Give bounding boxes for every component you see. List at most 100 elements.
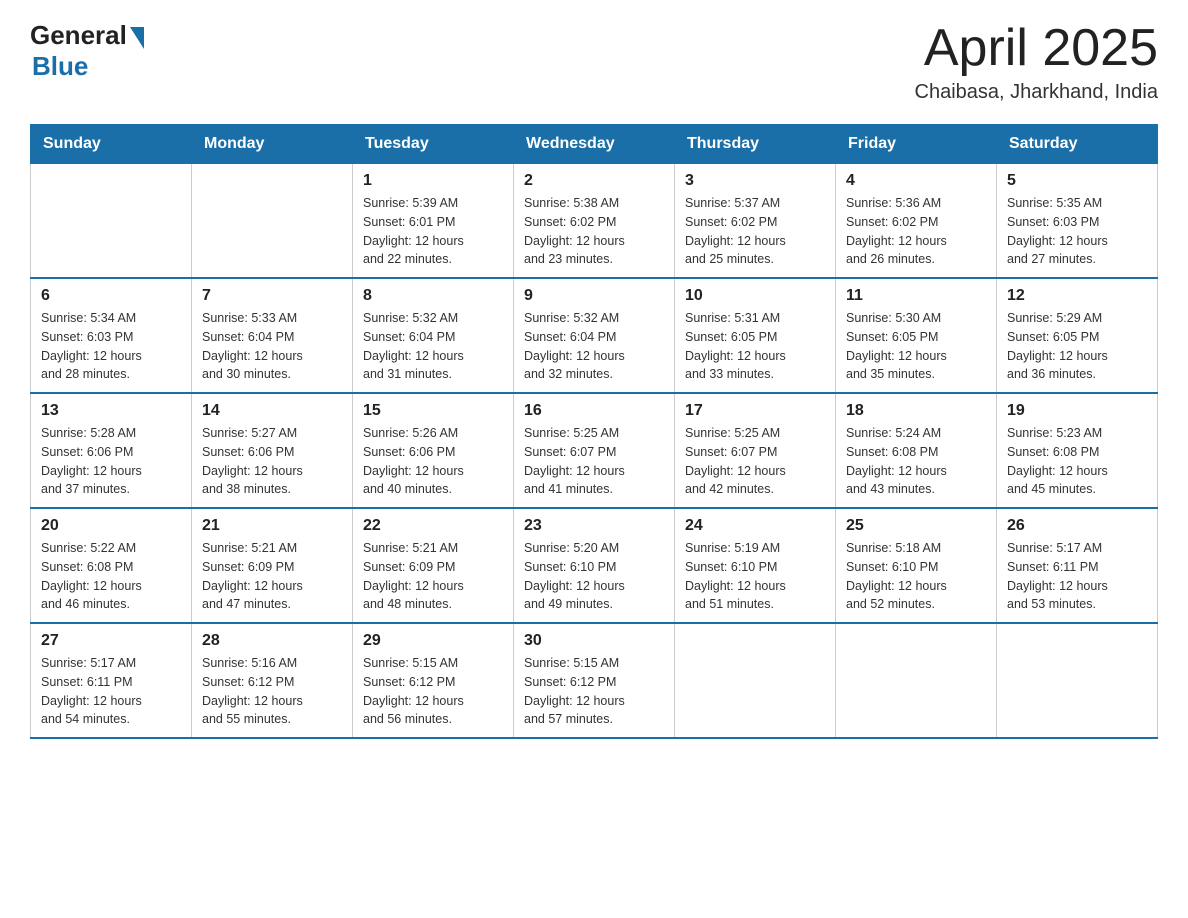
logo: General Blue bbox=[30, 20, 144, 82]
day-number: 16 bbox=[524, 402, 664, 420]
day-info: Sunrise: 5:22 AM Sunset: 6:08 PM Dayligh… bbox=[41, 539, 181, 614]
day-number: 28 bbox=[202, 632, 342, 650]
day-info: Sunrise: 5:29 AM Sunset: 6:05 PM Dayligh… bbox=[1007, 309, 1147, 384]
calendar-cell bbox=[31, 164, 192, 279]
calendar-cell: 16 Sunrise: 5:25 AM Sunset: 6:07 PM Dayli… bbox=[514, 393, 675, 508]
weekday-header-thursday: Thursday bbox=[675, 125, 836, 164]
day-number: 17 bbox=[685, 402, 825, 420]
calendar-cell: 12 Sunrise: 5:29 AM Sunset: 6:05 PM Dayli… bbox=[997, 278, 1158, 393]
calendar-cell: 11 Sunrise: 5:30 AM Sunset: 6:05 PM Dayli… bbox=[836, 278, 997, 393]
day-info: Sunrise: 5:20 AM Sunset: 6:10 PM Dayligh… bbox=[524, 539, 664, 614]
day-number: 1 bbox=[363, 172, 503, 190]
day-number: 19 bbox=[1007, 402, 1147, 420]
calendar-cell: 2 Sunrise: 5:38 AM Sunset: 6:02 PM Daylig… bbox=[514, 164, 675, 279]
title-block: April 2025 Chaibasa, Jharkhand, India bbox=[915, 20, 1159, 104]
day-number: 2 bbox=[524, 172, 664, 190]
location-subtitle: Chaibasa, Jharkhand, India bbox=[915, 81, 1159, 104]
day-info: Sunrise: 5:34 AM Sunset: 6:03 PM Dayligh… bbox=[41, 309, 181, 384]
calendar-cell: 14 Sunrise: 5:27 AM Sunset: 6:06 PM Dayli… bbox=[192, 393, 353, 508]
calendar-cell: 29 Sunrise: 5:15 AM Sunset: 6:12 PM Dayli… bbox=[353, 623, 514, 738]
day-number: 20 bbox=[41, 517, 181, 535]
calendar-week-row: 6 Sunrise: 5:34 AM Sunset: 6:03 PM Daylig… bbox=[31, 278, 1158, 393]
weekday-header-monday: Monday bbox=[192, 125, 353, 164]
day-info: Sunrise: 5:15 AM Sunset: 6:12 PM Dayligh… bbox=[363, 654, 503, 729]
logo-general-text: General bbox=[30, 20, 127, 51]
day-info: Sunrise: 5:21 AM Sunset: 6:09 PM Dayligh… bbox=[202, 539, 342, 614]
calendar-cell: 10Sunrise: 5:31 AM Sunset: 6:05 PM Dayli… bbox=[675, 278, 836, 393]
day-number: 15 bbox=[363, 402, 503, 420]
day-info: Sunrise: 5:27 AM Sunset: 6:06 PM Dayligh… bbox=[202, 424, 342, 499]
day-number: 29 bbox=[363, 632, 503, 650]
calendar-cell: 9Sunrise: 5:32 AM Sunset: 6:04 PM Daylig… bbox=[514, 278, 675, 393]
calendar-cell: 8 Sunrise: 5:32 AM Sunset: 6:04 PM Daylig… bbox=[353, 278, 514, 393]
day-number: 14 bbox=[202, 402, 342, 420]
calendar-cell: 5 Sunrise: 5:35 AM Sunset: 6:03 PM Daylig… bbox=[997, 164, 1158, 279]
calendar-cell: 3Sunrise: 5:37 AM Sunset: 6:02 PM Daylig… bbox=[675, 164, 836, 279]
calendar-cell: 23 Sunrise: 5:20 AM Sunset: 6:10 PM Dayli… bbox=[514, 508, 675, 623]
day-number: 9 bbox=[524, 287, 664, 305]
calendar-cell: 30 Sunrise: 5:15 AM Sunset: 6:12 PM Dayli… bbox=[514, 623, 675, 738]
day-info: Sunrise: 5:23 AM Sunset: 6:08 PM Dayligh… bbox=[1007, 424, 1147, 499]
calendar-cell: 19 Sunrise: 5:23 AM Sunset: 6:08 PM Dayli… bbox=[997, 393, 1158, 508]
day-info: Sunrise: 5:32 AM Sunset: 6:04 PM Dayligh… bbox=[363, 309, 503, 384]
day-number: 3 bbox=[685, 172, 825, 190]
day-number: 6 bbox=[41, 287, 181, 305]
calendar-cell bbox=[192, 164, 353, 279]
day-info: Sunrise: 5:17 AM Sunset: 6:11 PM Dayligh… bbox=[1007, 539, 1147, 614]
calendar-table: SundayMondayTuesdayWednesdayThursdayFrid… bbox=[30, 124, 1158, 739]
day-info: Sunrise: 5:16 AM Sunset: 6:12 PM Dayligh… bbox=[202, 654, 342, 729]
day-number: 26 bbox=[1007, 517, 1147, 535]
calendar-cell: 6 Sunrise: 5:34 AM Sunset: 6:03 PM Daylig… bbox=[31, 278, 192, 393]
calendar-week-row: 13Sunrise: 5:28 AM Sunset: 6:06 PM Dayli… bbox=[31, 393, 1158, 508]
calendar-cell: 7Sunrise: 5:33 AM Sunset: 6:04 PM Daylig… bbox=[192, 278, 353, 393]
day-number: 22 bbox=[363, 517, 503, 535]
calendar-cell bbox=[997, 623, 1158, 738]
day-number: 23 bbox=[524, 517, 664, 535]
calendar-week-row: 27Sunrise: 5:17 AM Sunset: 6:11 PM Dayli… bbox=[31, 623, 1158, 738]
day-number: 21 bbox=[202, 517, 342, 535]
weekday-header-tuesday: Tuesday bbox=[353, 125, 514, 164]
calendar-cell: 15 Sunrise: 5:26 AM Sunset: 6:06 PM Dayli… bbox=[353, 393, 514, 508]
calendar-cell: 28 Sunrise: 5:16 AM Sunset: 6:12 PM Dayli… bbox=[192, 623, 353, 738]
day-number: 12 bbox=[1007, 287, 1147, 305]
page-header: General Blue April 2025 Chaibasa, Jharkh… bbox=[30, 20, 1158, 104]
day-info: Sunrise: 5:30 AM Sunset: 6:05 PM Dayligh… bbox=[846, 309, 986, 384]
weekday-header-saturday: Saturday bbox=[997, 125, 1158, 164]
calendar-cell: 27Sunrise: 5:17 AM Sunset: 6:11 PM Dayli… bbox=[31, 623, 192, 738]
day-info: Sunrise: 5:24 AM Sunset: 6:08 PM Dayligh… bbox=[846, 424, 986, 499]
calendar-week-row: 20 Sunrise: 5:22 AM Sunset: 6:08 PM Dayli… bbox=[31, 508, 1158, 623]
day-info: Sunrise: 5:15 AM Sunset: 6:12 PM Dayligh… bbox=[524, 654, 664, 729]
day-info: Sunrise: 5:38 AM Sunset: 6:02 PM Dayligh… bbox=[524, 194, 664, 269]
day-info: Sunrise: 5:17 AM Sunset: 6:11 PM Dayligh… bbox=[41, 654, 181, 729]
calendar-cell: 1 Sunrise: 5:39 AM Sunset: 6:01 PM Daylig… bbox=[353, 164, 514, 279]
calendar-header-row: SundayMondayTuesdayWednesdayThursdayFrid… bbox=[31, 125, 1158, 164]
calendar-cell: 20 Sunrise: 5:22 AM Sunset: 6:08 PM Dayli… bbox=[31, 508, 192, 623]
day-number: 8 bbox=[363, 287, 503, 305]
day-number: 25 bbox=[846, 517, 986, 535]
day-info: Sunrise: 5:36 AM Sunset: 6:02 PM Dayligh… bbox=[846, 194, 986, 269]
weekday-header-wednesday: Wednesday bbox=[514, 125, 675, 164]
day-number: 18 bbox=[846, 402, 986, 420]
day-info: Sunrise: 5:39 AM Sunset: 6:01 PM Dayligh… bbox=[363, 194, 503, 269]
calendar-cell: 17Sunrise: 5:25 AM Sunset: 6:07 PM Dayli… bbox=[675, 393, 836, 508]
day-info: Sunrise: 5:26 AM Sunset: 6:06 PM Dayligh… bbox=[363, 424, 503, 499]
calendar-cell: 13Sunrise: 5:28 AM Sunset: 6:06 PM Dayli… bbox=[31, 393, 192, 508]
month-year-title: April 2025 bbox=[915, 20, 1159, 77]
day-number: 5 bbox=[1007, 172, 1147, 190]
day-info: Sunrise: 5:18 AM Sunset: 6:10 PM Dayligh… bbox=[846, 539, 986, 614]
logo-blue-text: Blue bbox=[32, 51, 88, 82]
day-number: 4 bbox=[846, 172, 986, 190]
day-info: Sunrise: 5:35 AM Sunset: 6:03 PM Dayligh… bbox=[1007, 194, 1147, 269]
day-number: 11 bbox=[846, 287, 986, 305]
day-number: 30 bbox=[524, 632, 664, 650]
day-info: Sunrise: 5:33 AM Sunset: 6:04 PM Dayligh… bbox=[202, 309, 342, 384]
day-info: Sunrise: 5:21 AM Sunset: 6:09 PM Dayligh… bbox=[363, 539, 503, 614]
day-info: Sunrise: 5:25 AM Sunset: 6:07 PM Dayligh… bbox=[524, 424, 664, 499]
day-number: 24 bbox=[685, 517, 825, 535]
calendar-cell: 25 Sunrise: 5:18 AM Sunset: 6:10 PM Dayli… bbox=[836, 508, 997, 623]
calendar-cell: 24Sunrise: 5:19 AM Sunset: 6:10 PM Dayli… bbox=[675, 508, 836, 623]
calendar-cell bbox=[675, 623, 836, 738]
day-number: 13 bbox=[41, 402, 181, 420]
calendar-cell: 4 Sunrise: 5:36 AM Sunset: 6:02 PM Daylig… bbox=[836, 164, 997, 279]
weekday-header-sunday: Sunday bbox=[31, 125, 192, 164]
